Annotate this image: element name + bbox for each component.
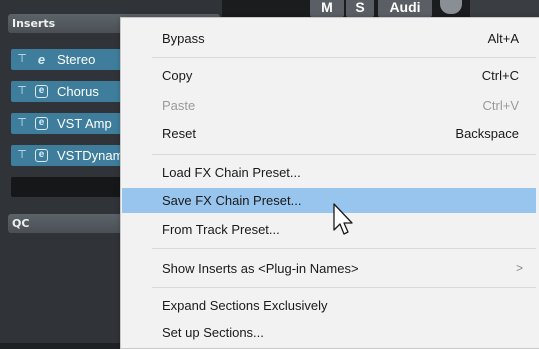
menu-item-label: Load FX Chain Preset... (162, 165, 301, 180)
menu-item-shortcut: Ctrl+C (481, 68, 519, 83)
menu-item-shortcut: Backspace (455, 126, 519, 141)
edit-icon[interactable]: e (35, 149, 48, 162)
pin-icon[interactable]: ⊤ (15, 49, 29, 70)
pin-icon[interactable]: ⊤ (15, 145, 29, 166)
pin-icon[interactable]: ⊤ (15, 81, 29, 102)
menu-item-label: Expand Sections Exclusively (162, 298, 328, 313)
menu-item-save-fx-chain-preset[interactable]: Save FX Chain Preset... (122, 188, 536, 213)
menu-item-label: Copy (162, 68, 193, 83)
menu-item-label: Paste (162, 98, 196, 113)
mouse-pointer-icon (333, 203, 353, 235)
menu-separator (152, 57, 536, 58)
menu-separator (152, 248, 536, 249)
menu-separator (152, 154, 536, 155)
chevron-right-icon: > (515, 261, 523, 275)
insert-slot-name: Stereo (57, 52, 96, 67)
menu-item-copy[interactable]: Copy Ctrl+C (122, 63, 536, 88)
context-menu: Bypass Alt+A Copy Ctrl+C Paste Ctrl+V Re… (120, 17, 539, 349)
menu-item-label: Reset (162, 126, 196, 141)
solo-button[interactable]: S (346, 0, 374, 17)
menu-item-set-up-sections[interactable]: Set up Sections... (122, 320, 536, 345)
menu-item-expand-sections-exclusively[interactable]: Expand Sections Exclusively (122, 293, 536, 318)
menu-item-label: Set up Sections... (162, 325, 264, 340)
menu-item-label: From Track Preset... (162, 222, 280, 237)
menu-item-reset[interactable]: Reset Backspace (122, 121, 536, 146)
edit-icon[interactable]: e (35, 117, 48, 130)
menu-separator (152, 287, 536, 288)
mute-button[interactable]: M (310, 0, 344, 17)
menu-item-load-fx-chain-preset[interactable]: Load FX Chain Preset... (122, 160, 536, 185)
pin-icon[interactable]: ⊤ (15, 113, 29, 134)
menu-item-shortcut: Alt+A (487, 31, 519, 46)
menu-item-label: Save FX Chain Preset... (162, 193, 302, 208)
menu-item-paste: Paste Ctrl+V (122, 93, 536, 118)
insert-slot-name: Chorus (57, 84, 99, 99)
edit-icon[interactable]: e (35, 85, 48, 98)
menu-item-bypass[interactable]: Bypass Alt+A (122, 26, 536, 51)
insert-slot-name: VST Amp (57, 116, 112, 131)
menu-item-label: Bypass (162, 31, 205, 46)
menu-item-show-inserts-as[interactable]: Show Inserts as <Plug-in Names> > (122, 256, 536, 281)
audio-button[interactable]: Audi (378, 0, 432, 17)
channel-strip-right (470, 0, 539, 17)
menu-item-from-track-preset[interactable]: From Track Preset... (122, 217, 536, 242)
menu-item-label: Show Inserts as <Plug-in Names> (162, 261, 359, 276)
menu-item-shortcut: Ctrl+V (482, 98, 519, 113)
edit-icon[interactable]: e (35, 53, 48, 66)
